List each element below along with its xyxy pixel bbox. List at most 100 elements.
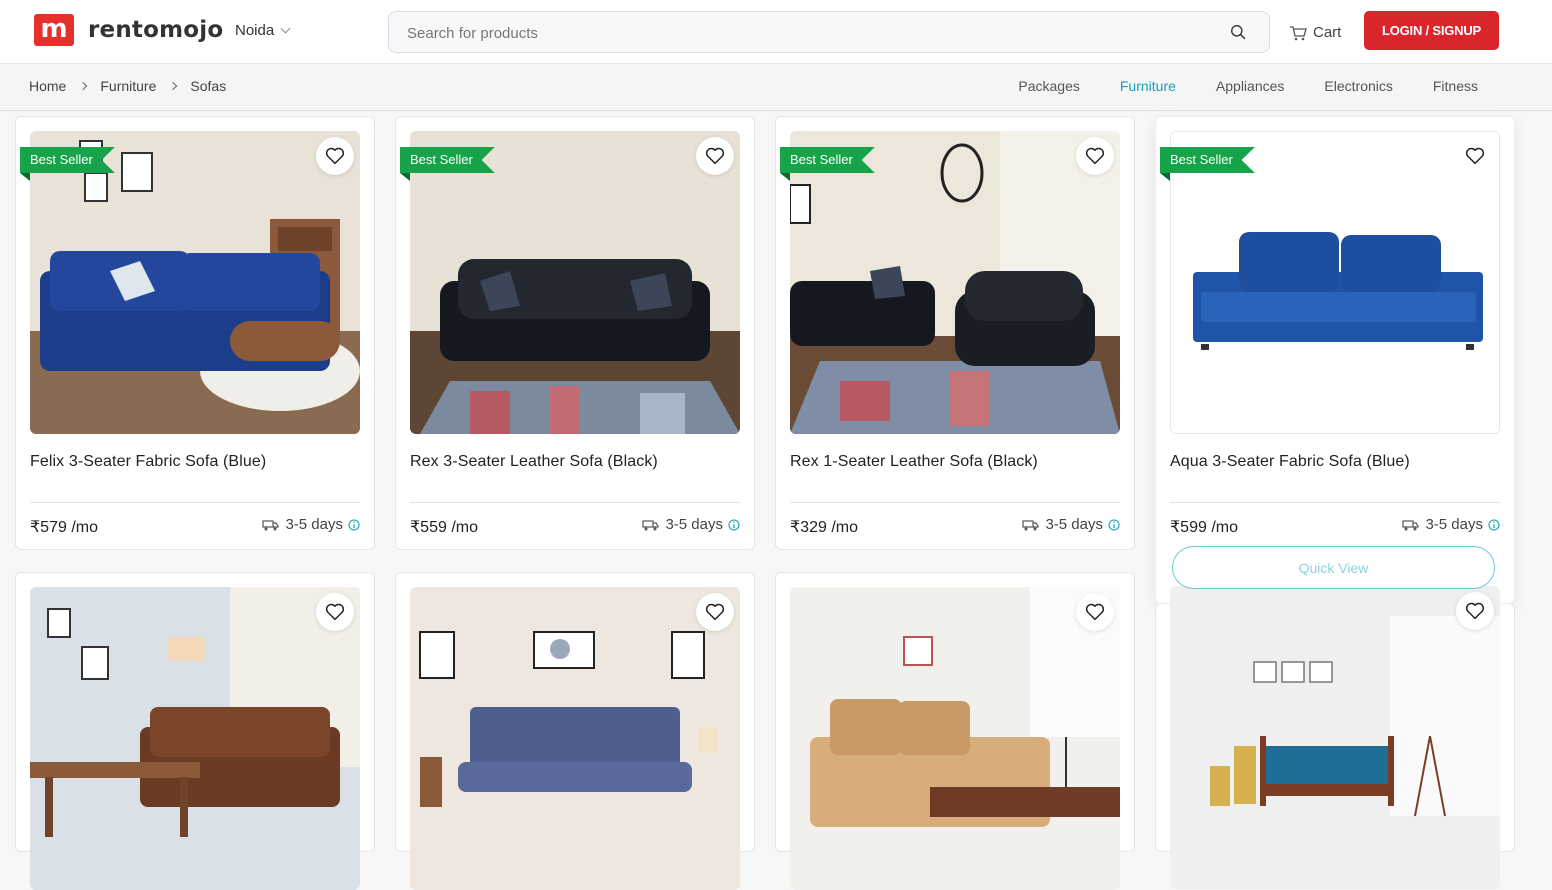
best-seller-badge: Best Seller	[20, 147, 115, 173]
badge-fold	[780, 173, 790, 181]
product-card[interactable]	[15, 572, 375, 890]
chevron-right-icon	[79, 81, 88, 91]
cart-icon	[1290, 25, 1307, 40]
breadcrumb-furniture[interactable]: Furniture	[100, 78, 156, 94]
product-price: ₹559 /mo	[410, 519, 478, 536]
wishlist-button[interactable]	[316, 137, 354, 175]
teal-wooden-sofa-photo	[1170, 586, 1500, 889]
heart-icon	[1085, 147, 1105, 165]
divider	[1170, 502, 1500, 503]
heart-icon	[705, 147, 725, 165]
cart-label: Cart	[1313, 24, 1342, 41]
info-icon[interactable]	[1108, 518, 1120, 531]
wishlist-button[interactable]	[316, 593, 354, 631]
product-image[interactable]	[790, 131, 1120, 434]
badge-fold	[1160, 173, 1170, 181]
aqua-blue-sofa-photo	[1171, 132, 1499, 433]
heart-icon	[1085, 603, 1105, 621]
product-image[interactable]	[790, 587, 1120, 890]
heart-icon	[325, 603, 345, 621]
delivery-info: 3-5 days	[642, 516, 740, 533]
category-furniture[interactable]: Furniture	[1120, 78, 1176, 94]
product-name[interactable]: Rex 3-Seater Leather Sofa (Black)	[410, 453, 658, 471]
delivery-days: 3-5 days	[285, 516, 343, 533]
breadcrumb-home[interactable]: Home	[29, 78, 66, 94]
heart-icon	[325, 147, 345, 165]
product-image[interactable]	[410, 131, 740, 434]
category-nav: Packages Furniture Appliances Electronic…	[1018, 78, 1478, 94]
chevron-down-icon	[280, 23, 291, 34]
login-signup-button[interactable]: LOGIN / SIGNUP	[1364, 11, 1499, 50]
delivery-info: 3-5 days	[1402, 516, 1500, 533]
category-fitness[interactable]: Fitness	[1433, 78, 1478, 94]
delivery-info: 3-5 days	[262, 516, 360, 533]
product-card[interactable]	[1155, 586, 1515, 889]
quick-view-button[interactable]: Quick View	[1172, 546, 1495, 589]
product-image[interactable]	[1170, 131, 1500, 434]
product-price: ₹599 /mo	[1170, 519, 1238, 536]
beige-sofa-photo	[790, 587, 1120, 890]
divider	[410, 502, 740, 503]
delivery-truck-icon	[642, 519, 660, 530]
product-card[interactable]	[395, 572, 755, 890]
product-image[interactable]	[30, 587, 360, 890]
grey-sofa-cum-bed-photo	[410, 587, 740, 890]
heart-icon	[705, 603, 725, 621]
delivery-days: 3-5 days	[665, 516, 723, 533]
black-leather-armchair-photo	[790, 131, 1120, 434]
badge-fold	[20, 173, 30, 181]
product-image[interactable]	[1170, 586, 1500, 889]
city-selector[interactable]: Noida	[235, 22, 291, 39]
product-price: ₹329 /mo	[790, 519, 858, 536]
category-appliances[interactable]: Appliances	[1216, 78, 1285, 94]
delivery-info: 3-5 days	[1022, 516, 1120, 533]
best-seller-badge: Best Seller	[780, 147, 875, 173]
wishlist-button[interactable]	[696, 137, 734, 175]
divider	[790, 502, 1120, 503]
breadcrumb: Home Furniture Sofas	[29, 78, 226, 94]
wishlist-button[interactable]	[696, 593, 734, 631]
city-label: Noida	[235, 22, 275, 39]
product-card[interactable]: Best Seller Felix 3-Seater Fabric Sofa (…	[15, 116, 375, 550]
wishlist-button[interactable]	[1456, 137, 1494, 175]
info-icon[interactable]	[1488, 518, 1500, 531]
brown-sofa-photo	[30, 587, 360, 890]
black-leather-sofa-photo	[410, 131, 740, 434]
product-name[interactable]: Rex 1-Seater Leather Sofa (Black)	[790, 453, 1038, 471]
wishlist-button[interactable]	[1076, 137, 1114, 175]
logo-icon[interactable]: m	[34, 14, 74, 46]
search-icon[interactable]	[1230, 24, 1247, 41]
product-image[interactable]	[410, 587, 740, 890]
search-input[interactable]	[407, 22, 1207, 44]
delivery-truck-icon	[1022, 519, 1040, 530]
search-bar	[388, 11, 1270, 53]
category-packages[interactable]: Packages	[1018, 78, 1079, 94]
delivery-truck-icon	[262, 519, 280, 530]
delivery-days: 3-5 days	[1425, 516, 1483, 533]
wishlist-button[interactable]	[1456, 592, 1494, 630]
delivery-days: 3-5 days	[1045, 516, 1103, 533]
sub-navigation: Home Furniture Sofas Packages Furniture …	[0, 64, 1552, 111]
delivery-truck-icon	[1402, 519, 1420, 530]
category-electronics[interactable]: Electronics	[1324, 78, 1392, 94]
cart-button[interactable]: Cart	[1289, 24, 1341, 41]
brand-name[interactable]: rentomojo	[88, 17, 223, 43]
product-card[interactable]: Best Seller Rex 1-Seater Leather Sofa (B…	[775, 116, 1135, 550]
best-seller-badge: Best Seller	[1160, 147, 1255, 173]
info-icon[interactable]	[348, 518, 360, 531]
product-name[interactable]: Felix 3-Seater Fabric Sofa (Blue)	[30, 453, 266, 471]
product-name[interactable]: Aqua 3-Seater Fabric Sofa (Blue)	[1170, 453, 1410, 471]
badge-fold	[400, 173, 410, 181]
product-card[interactable]: Best Seller Aqua 3-Seater Fabric Sofa (B…	[1155, 116, 1515, 604]
product-card[interactable]: Best Seller Rex 3-Seater Leather Sofa (B…	[395, 116, 755, 550]
best-seller-badge: Best Seller	[400, 147, 495, 173]
info-icon[interactable]	[728, 518, 740, 531]
product-price: ₹579 /mo	[30, 519, 98, 536]
heart-icon	[1465, 602, 1485, 620]
product-image[interactable]	[30, 131, 360, 434]
chevron-right-icon	[169, 81, 178, 91]
product-card[interactable]	[775, 572, 1135, 890]
wishlist-button[interactable]	[1076, 593, 1114, 631]
breadcrumb-sofas: Sofas	[190, 78, 227, 94]
blue-fabric-sofa-photo	[30, 131, 360, 434]
